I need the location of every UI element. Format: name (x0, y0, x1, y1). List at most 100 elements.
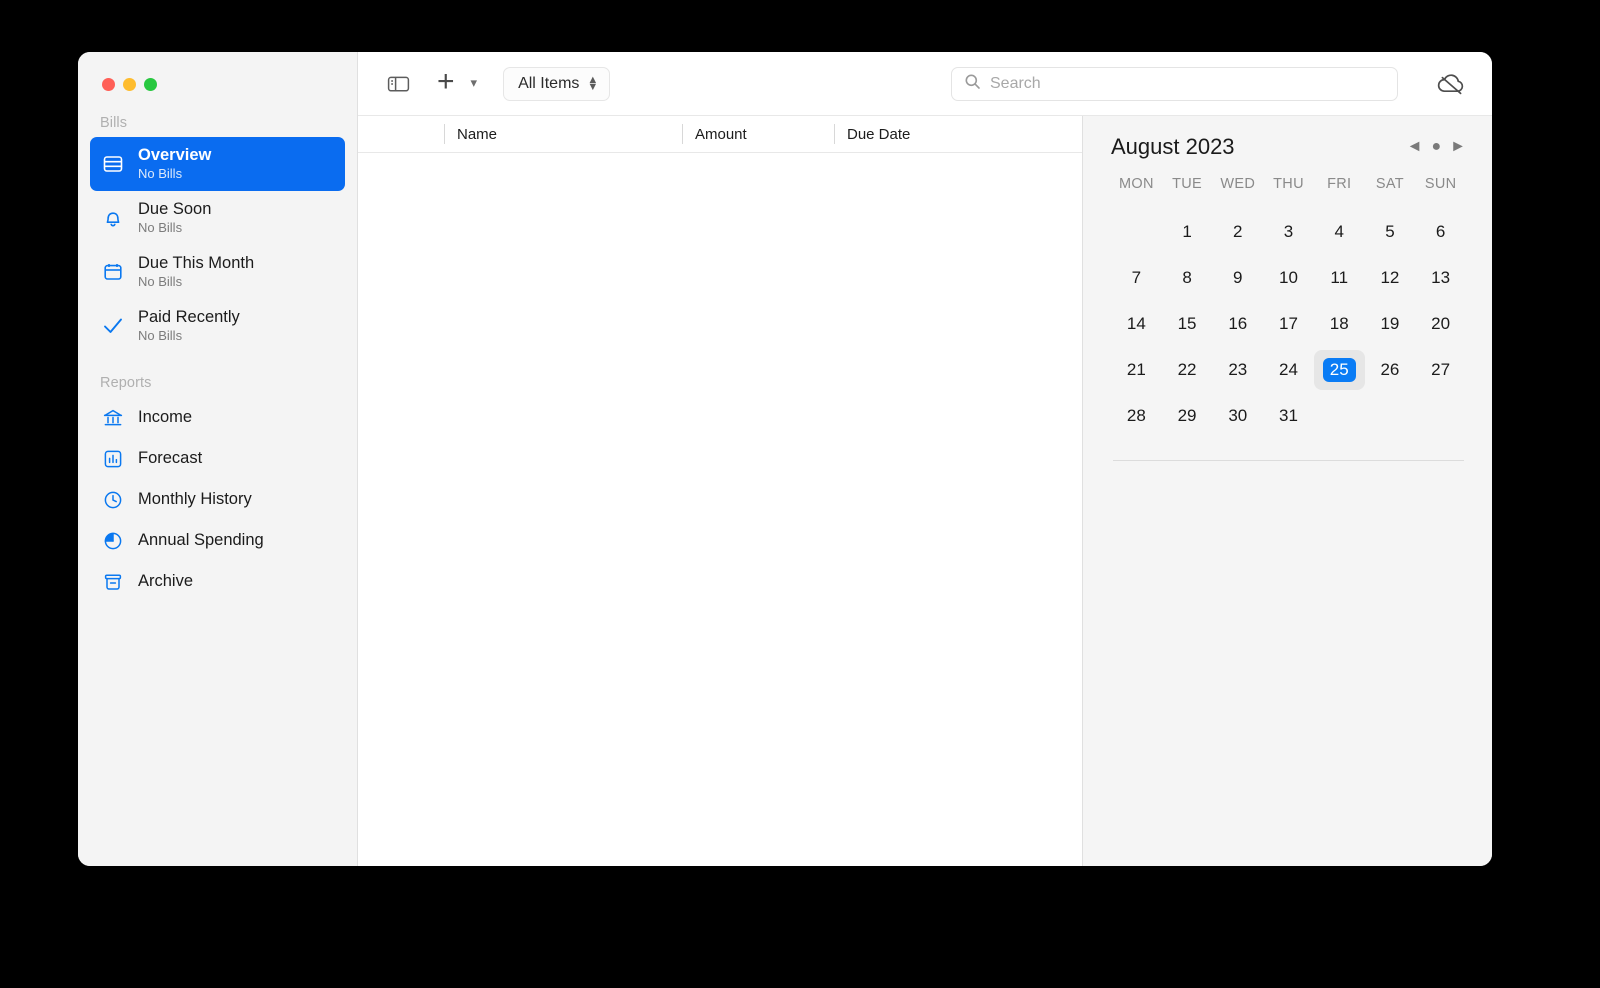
sidebar-item-archive[interactable]: Archive (90, 561, 345, 602)
calendar-day[interactable]: 4 (1314, 212, 1365, 252)
sidebar-item-annual-spending[interactable]: Annual Spending (90, 520, 345, 561)
calendar-day[interactable]: 26 (1365, 350, 1416, 390)
calendar-day[interactable]: 27 (1415, 350, 1466, 390)
sidebar-item-monthly-history[interactable]: Monthly History (90, 479, 345, 520)
sidebar-item-label: Archive (138, 572, 194, 591)
search-icon (964, 73, 981, 95)
calendar-day[interactable]: 12 (1365, 258, 1416, 298)
calendar-icon (100, 259, 126, 285)
calendar-weekday-thu: THU (1273, 176, 1304, 192)
column-header-due-date[interactable]: Due Date (834, 124, 1082, 144)
list-rows-icon (100, 151, 126, 177)
calendar-day[interactable]: 14 (1111, 304, 1162, 344)
search-input[interactable] (990, 74, 1385, 93)
sidebar-item-income[interactable]: Income (90, 397, 345, 438)
calendar-day-blank (1111, 212, 1162, 252)
calendar-day[interactable]: 16 (1212, 304, 1263, 344)
calendar-day[interactable]: 28 (1111, 396, 1162, 436)
calendar-day[interactable]: 17 (1263, 304, 1314, 344)
calendar-pane: August 2023 ◄ ● ► MON TUE WED THU FRI SAT SUN 1… (1082, 116, 1492, 866)
lower-area: Name Amount Due Date August 2023 ◄ ● ► M… (358, 115, 1492, 866)
calendar-day[interactable]: 24 (1263, 350, 1314, 390)
circle-dot-icon[interactable]: ● (1431, 138, 1441, 156)
calendar-day[interactable]: 9 (1212, 258, 1263, 298)
column-header-amount[interactable]: Amount (682, 124, 834, 144)
calendar-grid: MON TUE WED THU FRI SAT SUN 1 2 3 4 5 6 7 8 9 10 11 12 13 14… (1111, 176, 1466, 436)
calendar-day[interactable]: 15 (1162, 304, 1213, 344)
sidebar-item-paid-recently[interactable]: Paid Recently No Bills (90, 299, 345, 353)
sidebar-item-label: Due Soon (138, 199, 212, 218)
calendar-nav: ◄ ● ► (1407, 138, 1466, 156)
toolbar: + ▾ All Items ▲ ▼ (358, 52, 1492, 115)
calendar-weekday-mon: MON (1118, 176, 1154, 192)
bar-chart-icon (100, 446, 126, 472)
calendar-day-selected[interactable]: 25 (1313, 350, 1365, 390)
calendar-month-title: August 2023 (1111, 134, 1235, 159)
content-area: + ▾ All Items ▲ ▼ Search Name Amount Due… (358, 52, 1492, 866)
calendar-day[interactable]: 8 (1162, 258, 1213, 298)
add-button[interactable]: + (437, 66, 455, 101)
sidebar-item-overview[interactable]: Overview No Bills (90, 137, 345, 191)
clock-icon (100, 487, 126, 513)
calendar-day[interactable]: 30 (1212, 396, 1263, 436)
calendar-day[interactable]: 3 (1263, 212, 1314, 252)
sidebar-bills-list: Overview No Bills Due Soon No Bills Due … (78, 137, 357, 353)
calendar-weekday-wed: WED (1220, 176, 1256, 192)
sidebar-item-sublabel: No Bills (138, 220, 183, 236)
sidebar-section-header-bills: Bills (100, 115, 128, 131)
sidebar-item-label: Annual Spending (138, 531, 264, 550)
calendar-day[interactable]: 21 (1111, 350, 1162, 390)
calendar-day[interactable]: 11 (1314, 258, 1365, 298)
sidebar-item-label: Paid Recently (138, 307, 240, 326)
close-window-button[interactable] (102, 78, 115, 91)
calendar-day[interactable]: 2 (1212, 212, 1263, 252)
calendar-divider (1113, 460, 1464, 461)
calendar-day-badge: 25 (1322, 358, 1356, 382)
calendar-day[interactable]: 18 (1314, 304, 1365, 344)
sidebar-item-sublabel: No Bills (138, 328, 183, 344)
calendar-day[interactable]: 20 (1415, 304, 1466, 344)
sidebar-toggle-icon[interactable] (386, 73, 411, 95)
calendar-day[interactable]: 22 (1162, 350, 1213, 390)
calendar-day[interactable]: 19 (1365, 304, 1416, 344)
calendar-day[interactable]: 31 (1263, 396, 1314, 436)
filter-popup-label: All Items (518, 74, 580, 92)
sidebar-item-sublabel: No Bills (138, 166, 183, 182)
calendar-day[interactable]: 10 (1263, 258, 1314, 298)
minimize-window-button[interactable] (123, 78, 136, 91)
calendar-day[interactable]: 6 (1415, 212, 1466, 252)
up-down-chevron-icon: ▲ ▼ (587, 74, 599, 93)
bell-icon (100, 205, 126, 231)
calendar-weekday-sat: SAT (1375, 176, 1404, 192)
calendar-day[interactable]: 23 (1212, 350, 1263, 390)
bank-icon (100, 405, 126, 431)
bill-list-body[interactable] (358, 153, 1082, 866)
maximize-window-button[interactable] (144, 78, 157, 91)
calendar-day[interactable]: 13 (1415, 258, 1466, 298)
sidebar: Bills Overview No Bills Due Soon No Bill… (78, 52, 358, 866)
list-column-headers: Name Amount Due Date (358, 116, 1082, 153)
triangle-right-icon[interactable]: ► (1450, 138, 1466, 156)
sidebar-reports-list: Income Forecast Monthly History Annual S… (78, 397, 357, 602)
calendar-day[interactable]: 5 (1365, 212, 1416, 252)
sidebar-item-due-soon[interactable]: Due Soon No Bills (90, 191, 345, 245)
sidebar-item-sublabel: No Bills (138, 274, 183, 290)
calendar-header: August 2023 ◄ ● ► (1111, 134, 1466, 160)
sidebar-item-due-this-month[interactable]: Due This Month No Bills (90, 245, 345, 299)
sidebar-item-forecast[interactable]: Forecast (90, 438, 345, 479)
sidebar-item-label: Income (138, 408, 193, 427)
triangle-left-icon[interactable]: ◄ (1407, 138, 1423, 156)
search-field[interactable] (951, 66, 1398, 101)
filter-popup-button[interactable]: All Items ▲ ▼ (503, 66, 611, 101)
sidebar-item-label: Due This Month (138, 253, 255, 272)
calendar-day[interactable]: 1 (1162, 212, 1213, 252)
column-header-name[interactable]: Name (444, 124, 682, 144)
sidebar-item-label: Overview (138, 145, 212, 164)
calendar-day[interactable]: 29 (1162, 396, 1213, 436)
calendar-day[interactable]: 7 (1111, 258, 1162, 298)
calendar-weekday-sun: SUN (1424, 176, 1457, 192)
traffic-lights (78, 52, 357, 91)
chevron-down-icon[interactable]: ▾ (471, 75, 478, 93)
checkmark-icon (100, 313, 126, 339)
cloud-slash-icon[interactable] (1434, 70, 1468, 98)
